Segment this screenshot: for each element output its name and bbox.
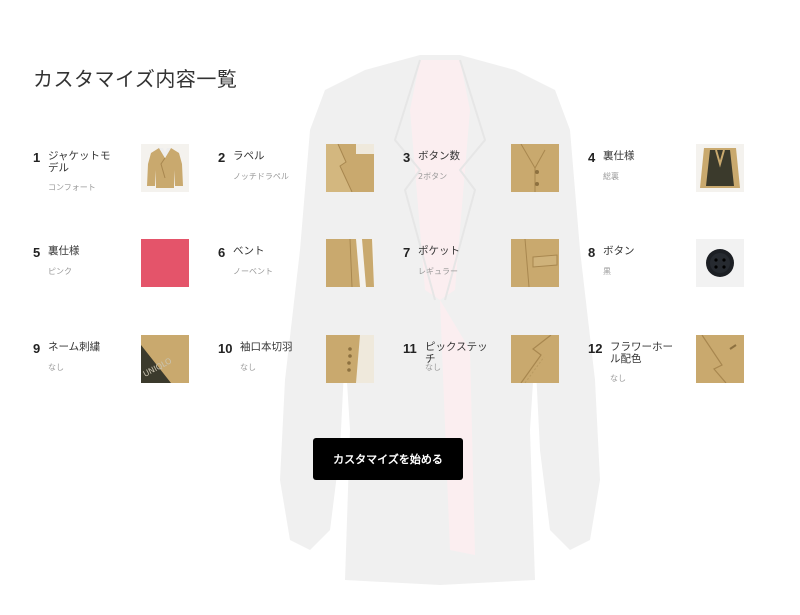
item-number: 7 — [403, 245, 411, 260]
item-number: 12 — [588, 341, 603, 356]
summary-item-cuff-buttonholes[interactable]: 10 袖口本切羽 なし — [218, 335, 388, 387]
item-label: 裏仕様 — [48, 245, 80, 257]
item-number: 1 — [33, 150, 41, 165]
item-value: 2ボタン — [418, 172, 448, 181]
item-number: 3 — [403, 150, 411, 165]
summary-item-jacket-model[interactable]: 1 ジャケットモデル コンフォート — [33, 144, 203, 196]
summary-item-pick-stitch[interactable]: 11 ピックステッチ なし — [403, 335, 573, 387]
item-number: 4 — [588, 150, 596, 165]
name-embroidery-thumbnail: UNIQLO — [141, 335, 189, 383]
item-number: 6 — [218, 245, 226, 260]
jacket-model-thumbnail — [141, 144, 189, 192]
summary-item-lining-type[interactable]: 4 裏仕様 総裏 — [588, 144, 758, 196]
item-label: ジャケットモデル — [48, 150, 111, 174]
item-value: レギュラー — [418, 267, 458, 276]
button-count-thumbnail — [511, 144, 559, 192]
page-title: カスタマイズ内容一覧 — [33, 67, 238, 91]
item-value: 総裏 — [603, 172, 619, 181]
item-number: 8 — [588, 245, 596, 260]
item-label: フラワーホール配色 — [610, 341, 673, 365]
summary-item-lining-color[interactable]: 5 裏仕様 ピンク — [33, 239, 203, 291]
item-value: なし — [240, 363, 256, 372]
item-value: 黒 — [603, 267, 611, 276]
item-label: ボタン — [603, 245, 635, 257]
pocket-thumbnail — [511, 239, 559, 287]
item-label: 袖口本切羽 — [240, 341, 293, 353]
summary-item-name-embroidery[interactable]: 9 ネーム刺繍 なし UNIQLO — [33, 335, 203, 387]
item-number: 5 — [33, 245, 41, 260]
pick-stitch-thumbnail — [511, 335, 559, 383]
button-thumbnail — [696, 239, 744, 287]
item-number: 11 — [403, 341, 417, 356]
item-number: 2 — [218, 150, 226, 165]
summary-item-vent[interactable]: 6 ベント ノーベント — [218, 239, 388, 291]
item-value: ノーベント — [233, 267, 273, 276]
item-label: ラペル — [233, 150, 265, 162]
lapel-thumbnail — [326, 144, 374, 192]
flower-hole-thumbnail — [696, 335, 744, 383]
item-value: なし — [425, 363, 441, 372]
item-label: ボタン数 — [418, 150, 460, 162]
item-label: ポケット — [418, 245, 460, 257]
item-number: 9 — [33, 341, 41, 356]
item-value: ピンク — [48, 267, 72, 276]
summary-item-button-count[interactable]: 3 ボタン数 2ボタン — [403, 144, 573, 196]
cuff-buttonholes-thumbnail — [326, 335, 374, 383]
summary-item-pocket[interactable]: 7 ポケット レギュラー — [403, 239, 573, 291]
item-value: なし — [610, 374, 626, 383]
lining-type-thumbnail — [696, 144, 744, 192]
item-label: ベント — [233, 245, 265, 257]
item-value: なし — [48, 363, 64, 372]
item-value: ノッチドラペル — [233, 172, 289, 181]
start-customize-button[interactable]: カスタマイズを始める — [313, 438, 463, 480]
item-value: コンフォート — [48, 183, 96, 192]
summary-item-lapel[interactable]: 2 ラペル ノッチドラペル — [218, 144, 388, 196]
customization-summary-grid: 1 ジャケットモデル コンフォート 2 ラペル ノッチドラペル 3 ボタン数 2… — [33, 144, 773, 394]
item-number: 10 — [218, 341, 233, 356]
item-label: ネーム刺繍 — [48, 341, 101, 353]
lining-color-swatch — [141, 239, 189, 287]
item-label: 裏仕様 — [603, 150, 635, 162]
summary-item-button[interactable]: 8 ボタン 黒 — [588, 239, 758, 291]
vent-thumbnail — [326, 239, 374, 287]
summary-item-flower-hole-color[interactable]: 12 フラワーホール配色 なし — [588, 335, 758, 387]
